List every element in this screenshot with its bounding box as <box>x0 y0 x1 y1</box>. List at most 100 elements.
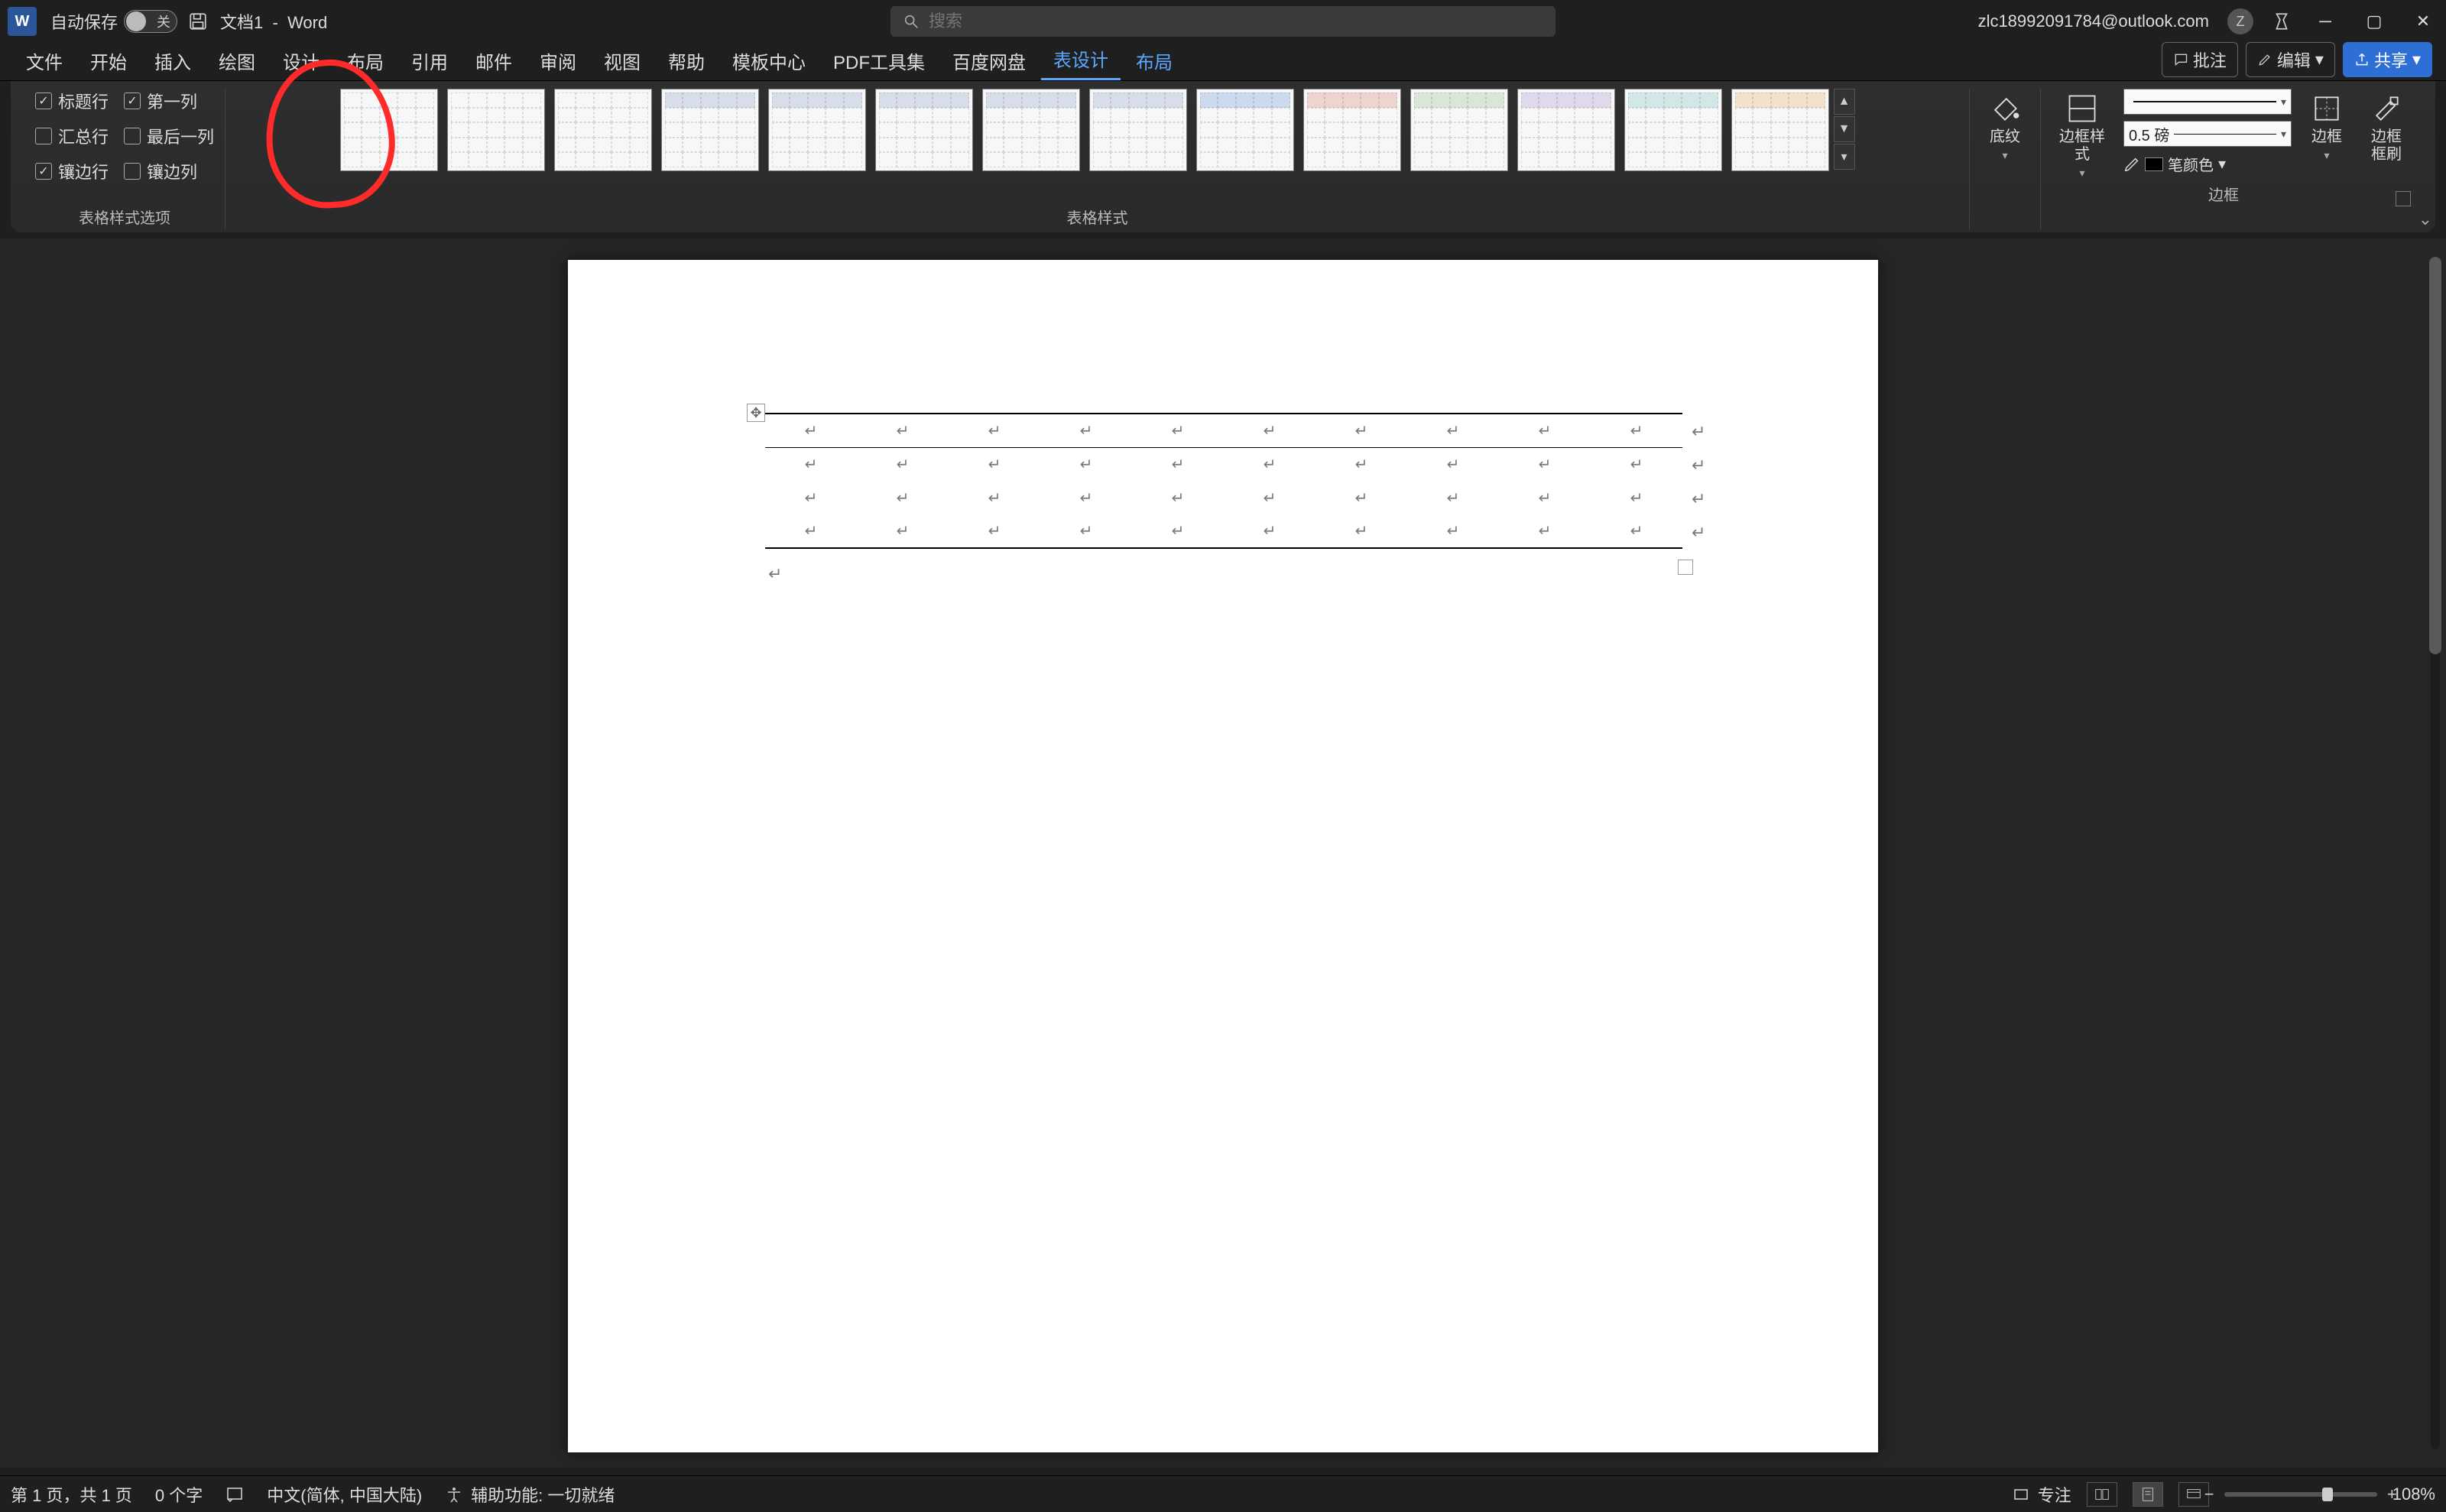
status-language[interactable]: 中文(简体, 中国大陆) <box>267 1482 422 1507</box>
borders-button[interactable]: 边框 ▾ <box>2302 89 2351 165</box>
chk-label: 标题行 <box>58 89 109 113</box>
coming-soon-icon[interactable] <box>2272 11 2292 31</box>
close-button[interactable]: ✕ <box>2408 6 2438 37</box>
table-style-thumb[interactable] <box>447 89 545 171</box>
tab-templates[interactable]: 模板中心 <box>720 41 818 80</box>
chk-label: 第一列 <box>147 89 197 113</box>
user-email[interactable]: zlc18992091784@outlook.com <box>1978 11 2209 31</box>
autosave-toggle[interactable]: 关 <box>124 10 177 33</box>
view-read-mode[interactable] <box>2087 1482 2117 1507</box>
page-info-text: 第 1 页，共 1 页 <box>11 1482 132 1507</box>
chk-header-row[interactable]: 标题行 <box>35 89 109 113</box>
ribbon-collapse-button[interactable]: ⌄ <box>2418 209 2432 229</box>
gallery-scroll-up[interactable]: ▲ <box>1834 89 1855 115</box>
chk-first-col[interactable]: 第一列 <box>124 89 214 113</box>
tab-draw[interactable]: 绘图 <box>206 41 268 80</box>
tab-table-design[interactable]: 表设计 <box>1041 39 1121 80</box>
pen-weight-combo[interactable]: 0.5 磅 ▾ <box>2123 121 2292 147</box>
table-resize-handle[interactable] <box>1678 560 1693 575</box>
chk-label: 镶边列 <box>147 159 197 183</box>
pen-icon <box>2123 156 2140 173</box>
tab-table-layout[interactable]: 布局 <box>1124 41 1185 80</box>
table-row[interactable] <box>765 481 1682 514</box>
avatar[interactable]: Z <box>2227 8 2253 34</box>
tab-pdf-tools[interactable]: PDF工具集 <box>821 41 937 80</box>
chk-last-col[interactable]: 最后一列 <box>124 124 214 148</box>
chevron-down-icon: ▾ <box>2002 149 2007 162</box>
document-table[interactable] <box>765 413 1682 549</box>
tab-baidu-pan[interactable]: 百度网盘 <box>940 41 1038 80</box>
pen-style-combo[interactable]: ▾ <box>2123 89 2292 115</box>
tab-design[interactable]: 设计 <box>271 41 332 80</box>
tab-references[interactable]: 引用 <box>399 41 460 80</box>
status-spellcheck[interactable] <box>225 1485 244 1504</box>
focus-mode-button[interactable]: 专注 <box>2012 1482 2071 1507</box>
app-name: Word <box>287 13 327 32</box>
chk-banded-cols[interactable]: 镶边列 <box>124 159 214 183</box>
table-style-thumb[interactable] <box>1624 89 1722 171</box>
search-input[interactable] <box>929 11 1543 31</box>
table-style-thumb[interactable] <box>661 89 759 171</box>
table-row[interactable] <box>765 414 1682 447</box>
status-page-info[interactable]: 第 1 页，共 1 页 <box>11 1482 132 1507</box>
language-text: 中文(简体, 中国大陆) <box>267 1482 422 1507</box>
scrollbar-thumb[interactable] <box>2429 257 2441 654</box>
zoom-value[interactable]: 108% <box>2392 1484 2435 1504</box>
border-styles-button[interactable]: 边框样 式 ▾ <box>2052 89 2113 183</box>
tab-view[interactable]: 视图 <box>592 41 653 80</box>
paint-bucket-icon <box>1988 92 2022 125</box>
color-swatch <box>2145 157 2163 171</box>
borders-dialog-launcher[interactable] <box>2396 191 2411 206</box>
pen-color-button[interactable]: 笔颜色 ▾ <box>2123 153 2292 175</box>
table-style-thumb[interactable] <box>1517 89 1615 171</box>
tab-home[interactable]: 开始 <box>78 41 139 80</box>
table-row[interactable] <box>765 447 1682 481</box>
table-style-gallery <box>340 89 1829 171</box>
table-row[interactable] <box>765 514 1682 548</box>
table-style-thumb[interactable] <box>1731 89 1829 171</box>
table-style-thumb[interactable] <box>875 89 973 171</box>
status-bar: 第 1 页，共 1 页 0 个字 中文(简体, 中国大陆) 辅助功能: 一切就绪… <box>0 1475 2446 1512</box>
tab-layout[interactable]: 布局 <box>335 41 396 80</box>
gallery-scroll-down[interactable]: ▼ <box>1834 116 1855 142</box>
minimize-button[interactable]: ─ <box>2310 6 2341 37</box>
zoom-slider[interactable] <box>2224 1492 2377 1497</box>
tab-review[interactable]: 审阅 <box>527 41 589 80</box>
chevron-down-icon: ▾ <box>2315 50 2324 70</box>
autosave-label: 自动保存 <box>50 9 118 34</box>
tab-insert[interactable]: 插入 <box>142 41 203 80</box>
maximize-button[interactable]: ▢ <box>2359 6 2389 37</box>
vertical-scrollbar[interactable] <box>2426 238 2444 1468</box>
status-word-count[interactable]: 0 个字 <box>155 1482 203 1507</box>
chevron-down-icon: ▾ <box>2281 128 2286 141</box>
tab-file[interactable]: 文件 <box>14 41 75 80</box>
gallery-more[interactable]: ▾ <box>1834 144 1855 170</box>
editing-mode-button[interactable]: 编辑 ▾ <box>2246 42 2335 77</box>
chk-label: 最后一列 <box>147 124 214 148</box>
comments-button[interactable]: 批注 <box>2162 42 2238 77</box>
zoom-slider-knob[interactable] <box>2322 1488 2333 1501</box>
group-table-style-options: 标题行 第一列 汇总行 最后一列 镶边行 镶边列 表格样式选项 <box>24 89 225 229</box>
view-print-layout[interactable] <box>2133 1482 2163 1507</box>
table-style-thumb[interactable] <box>340 89 438 171</box>
table-style-thumb[interactable] <box>1196 89 1294 171</box>
search-box[interactable] <box>890 6 1556 37</box>
border-painter-button[interactable]: 边框 框刷 <box>2362 89 2411 167</box>
table-style-thumb[interactable] <box>1089 89 1187 171</box>
tab-help[interactable]: 帮助 <box>656 41 717 80</box>
page[interactable]: ✥ ↵ ↵ ↵ ↵ ↵ <box>568 260 1878 1452</box>
table-style-thumb[interactable] <box>554 89 652 171</box>
chk-total-row[interactable]: 汇总行 <box>35 124 109 148</box>
table-style-thumb[interactable] <box>982 89 1080 171</box>
save-icon[interactable] <box>188 11 208 31</box>
shading-button[interactable]: 底纹 ▾ <box>1980 89 2029 165</box>
status-accessibility[interactable]: 辅助功能: 一切就绪 <box>445 1482 615 1507</box>
tab-mailings[interactable]: 邮件 <box>463 41 524 80</box>
table-style-thumb[interactable] <box>1410 89 1508 171</box>
chk-banded-rows[interactable]: 镶边行 <box>35 159 109 183</box>
table-style-thumb[interactable] <box>768 89 866 171</box>
table-style-thumb[interactable] <box>1303 89 1401 171</box>
table-move-handle[interactable]: ✥ <box>747 404 765 422</box>
toggle-knob <box>126 11 146 31</box>
share-button[interactable]: 共享 ▾ <box>2343 42 2432 77</box>
